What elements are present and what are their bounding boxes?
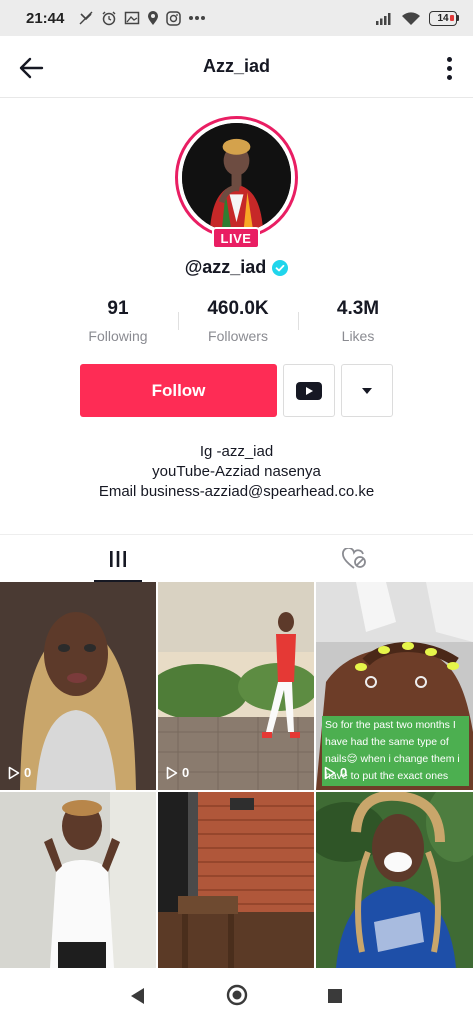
liked-heart-icon <box>341 547 366 569</box>
stat-label: Following <box>88 328 148 344</box>
grid-icon <box>110 550 127 567</box>
recents-square-icon <box>328 989 342 1003</box>
back-triangle-icon <box>131 988 144 1004</box>
stat-likes[interactable]: 4.3M Likes <box>298 298 418 348</box>
follow-button[interactable]: Follow <box>80 364 277 417</box>
more-dots-icon <box>189 16 206 20</box>
gallery-icon <box>125 11 140 25</box>
profile-tabs <box>0 534 473 582</box>
stat-following[interactable]: 91 Following <box>58 298 178 348</box>
play-outline-icon <box>8 766 20 779</box>
video-thumbnail[interactable]: 0 <box>158 582 314 790</box>
stat-label: Followers <box>208 328 268 344</box>
video-thumbnail[interactable] <box>158 792 314 968</box>
location-icon <box>148 11 159 25</box>
tab-videos[interactable] <box>0 535 237 582</box>
suggested-accounts-button[interactable] <box>341 364 393 417</box>
status-time: 21:44 <box>26 9 65 27</box>
system-nav-bar <box>0 968 473 1024</box>
video-thumbnail[interactable] <box>0 792 156 968</box>
play-count: 0 <box>324 765 347 780</box>
play-outline-icon <box>166 766 178 779</box>
play-count: 0 <box>8 765 31 780</box>
signal-icon <box>376 13 391 25</box>
tab-liked[interactable] <box>237 535 473 582</box>
youtube-button[interactable] <box>283 364 335 417</box>
stat-value: 4.3M <box>336 298 380 319</box>
bio-line: youTube-Azziad nasenya <box>152 463 321 480</box>
more-vertical-icon <box>446 56 452 62</box>
stat-followers[interactable]: 460.0K Followers <box>178 298 298 348</box>
stat-value: 91 <box>107 298 129 319</box>
system-back-button[interactable] <box>128 986 146 1006</box>
verified-badge-icon <box>272 259 289 276</box>
video-thumbnail[interactable]: 0 <box>0 582 156 790</box>
home-circle-icon <box>226 984 248 1006</box>
avatar <box>182 123 291 232</box>
missed-call-icon <box>79 11 93 25</box>
bio-line: Email business-azziad@spearhead.co.ke <box>98 483 375 500</box>
video-thumbnail[interactable] <box>316 792 473 968</box>
alarm-icon <box>102 11 116 26</box>
back-button[interactable] <box>16 53 46 83</box>
play-outline-icon <box>324 766 336 779</box>
wifi-icon <box>402 11 420 25</box>
live-badge: LIVE <box>212 227 260 249</box>
play-count: 0 <box>166 765 189 780</box>
battery-icon: 14 <box>429 10 459 26</box>
instagram-icon <box>166 10 182 26</box>
back-arrow-icon <box>19 57 44 79</box>
caret-down-icon <box>362 387 372 394</box>
profile-stats: 91 Following 460.0K Followers 4.3M Likes <box>58 298 418 348</box>
more-options-button[interactable] <box>443 53 455 83</box>
battery-level: 14 <box>437 12 449 24</box>
page-title: Azz_iad <box>202 56 271 76</box>
system-recents-button[interactable] <box>327 988 343 1004</box>
handle-row: @azz_iad <box>0 257 473 278</box>
nav-header: Azz_iad <box>0 36 473 98</box>
youtube-icon <box>296 381 322 400</box>
stat-label: Likes <box>341 328 375 344</box>
bio-line: Ig -azz_iad <box>199 443 274 460</box>
system-home-button[interactable] <box>226 984 248 1006</box>
video-grid: 0 0 So for the past two months I have ha… <box>0 582 473 968</box>
status-bar: 21:44 14 <box>0 0 473 36</box>
stat-value: 460.0K <box>207 298 269 319</box>
profile-handle: @azz_iad <box>184 257 267 277</box>
avatar-live-ring[interactable] <box>175 116 298 239</box>
video-thumbnail[interactable]: So for the past two months I have had th… <box>316 582 473 790</box>
profile-bio: Ig -azz_iad youTube-Azziad nasenya Email… <box>0 442 473 502</box>
